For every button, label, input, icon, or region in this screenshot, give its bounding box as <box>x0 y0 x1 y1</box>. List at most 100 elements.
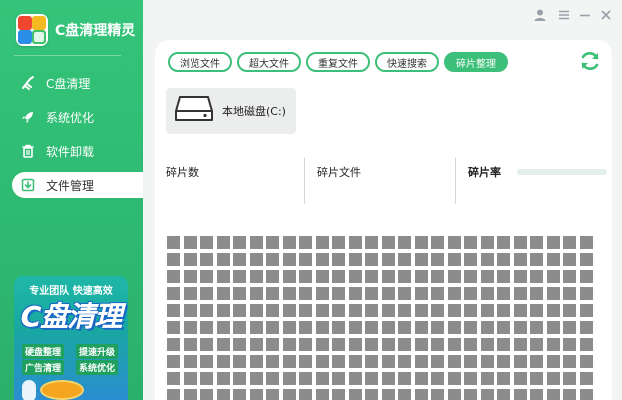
minimize-icon[interactable] <box>577 7 593 23</box>
fragment-block <box>381 253 395 266</box>
fragment-block <box>299 321 312 334</box>
fragment-block <box>348 389 362 400</box>
fragment-block <box>513 287 527 300</box>
tab-defragment[interactable]: 碎片整理 <box>444 52 508 72</box>
sidebar-item-system-optimize[interactable]: 系统优化 <box>12 104 143 130</box>
fragment-block <box>414 389 428 400</box>
sidebar-item-c-clean[interactable]: C盘清理 <box>12 70 143 96</box>
fragment-block <box>530 389 543 400</box>
fragment-block <box>579 355 593 368</box>
fragment-block <box>167 236 180 249</box>
fragment-block <box>497 338 510 351</box>
fragment-block <box>530 253 543 266</box>
fragment-block <box>233 372 246 385</box>
fragment-block <box>365 304 378 317</box>
fragment-block <box>447 389 461 400</box>
fragment-block <box>431 236 444 249</box>
hard-drive-icon <box>174 94 214 128</box>
sidebar-item-file-manager[interactable]: 文件管理 <box>12 172 143 198</box>
fragment-block <box>579 321 593 334</box>
fragment-block <box>414 236 428 249</box>
sidebar-divider <box>14 55 121 56</box>
fragment-block <box>216 321 230 334</box>
fragment-block <box>480 236 494 249</box>
menu-icon[interactable] <box>556 7 572 23</box>
fragment-block <box>398 372 411 385</box>
fragment-block <box>480 355 494 368</box>
fragment-block <box>480 372 494 385</box>
fragment-block <box>546 389 560 400</box>
fragment-block <box>579 338 593 351</box>
fragment-block <box>348 270 362 283</box>
tab-large-files[interactable]: 超大文件 <box>237 52 301 72</box>
fragment-block <box>546 304 560 317</box>
fragment-block <box>381 355 395 368</box>
fragment-block <box>200 321 213 334</box>
fragment-block <box>200 372 213 385</box>
app-title: C盘清理精灵 <box>55 23 136 39</box>
promo-tag: 广告清理 <box>22 360 65 375</box>
fragment-block <box>266 304 279 317</box>
fragment-block <box>249 304 263 317</box>
fragment-block <box>579 287 593 300</box>
fragment-map <box>167 236 603 400</box>
fragment-block <box>282 321 296 334</box>
fragment-block <box>546 253 560 266</box>
fragment-block <box>480 287 494 300</box>
tab-quick-search[interactable]: 快速搜索 <box>375 52 439 72</box>
fragment-block <box>348 253 362 266</box>
fragment-block <box>431 389 444 400</box>
fragment-block <box>315 321 329 334</box>
fragment-block <box>546 321 560 334</box>
stats-divider <box>455 158 456 204</box>
fragment-block <box>167 389 180 400</box>
fragment-block <box>282 389 296 400</box>
fragment-block <box>365 389 378 400</box>
tab-duplicate-files[interactable]: 重复文件 <box>306 52 370 72</box>
fragment-block <box>249 372 263 385</box>
fragment-block <box>183 236 197 249</box>
tab-browse-files[interactable]: 浏览文件 <box>168 52 232 72</box>
fragment-block <box>497 389 510 400</box>
user-icon[interactable] <box>532 7 548 23</box>
promo-banner[interactable]: 专业团队 快速高效 C盘清理 硬盘整理 提速升级 广告清理 系统优化 <box>14 276 128 400</box>
sidebar: C盘清理精灵 C盘清理 系统优化 软件卸载 文件管理 专业团队 快速高效 C盘清… <box>0 0 143 400</box>
fragment-block <box>513 355 527 368</box>
tab-bar: 浏览文件 超大文件 重复文件 快速搜索 碎片整理 <box>168 52 508 72</box>
fragment-block <box>530 355 543 368</box>
fragment-block <box>216 304 230 317</box>
fragment-block <box>365 338 378 351</box>
disk-item-c[interactable]: 本地磁盘(C:) <box>166 88 296 134</box>
fragment-block <box>266 355 279 368</box>
fragment-block <box>348 338 362 351</box>
fragment-block <box>546 338 560 351</box>
fragment-block <box>513 304 527 317</box>
close-icon[interactable] <box>598 7 614 23</box>
fragment-block <box>365 270 378 283</box>
fragment-block <box>233 304 246 317</box>
fragment-block <box>480 338 494 351</box>
fragment-block <box>365 253 378 266</box>
fragment-block <box>348 372 362 385</box>
fragment-block <box>266 270 279 283</box>
fragment-block <box>299 287 312 300</box>
fragment-block <box>315 389 329 400</box>
disk-label: 本地磁盘(C:) <box>222 105 286 118</box>
fragment-block <box>282 253 296 266</box>
fragment-block <box>183 287 197 300</box>
fragment-block <box>365 236 378 249</box>
fragment-block <box>249 389 263 400</box>
fragment-block <box>282 236 296 249</box>
sidebar-item-uninstall[interactable]: 软件卸载 <box>12 138 143 164</box>
fragment-block <box>249 321 263 334</box>
refresh-icon[interactable] <box>578 49 602 73</box>
fragment-block <box>464 236 477 249</box>
sidebar-item-label: C盘清理 <box>46 76 91 91</box>
fragment-block <box>381 236 395 249</box>
fragment-block <box>249 270 263 283</box>
stats-divider <box>304 158 305 204</box>
sidebar-item-label: 软件卸载 <box>46 144 95 159</box>
fragment-block <box>464 270 477 283</box>
fragment-block <box>414 355 428 368</box>
fragment-block <box>348 355 362 368</box>
